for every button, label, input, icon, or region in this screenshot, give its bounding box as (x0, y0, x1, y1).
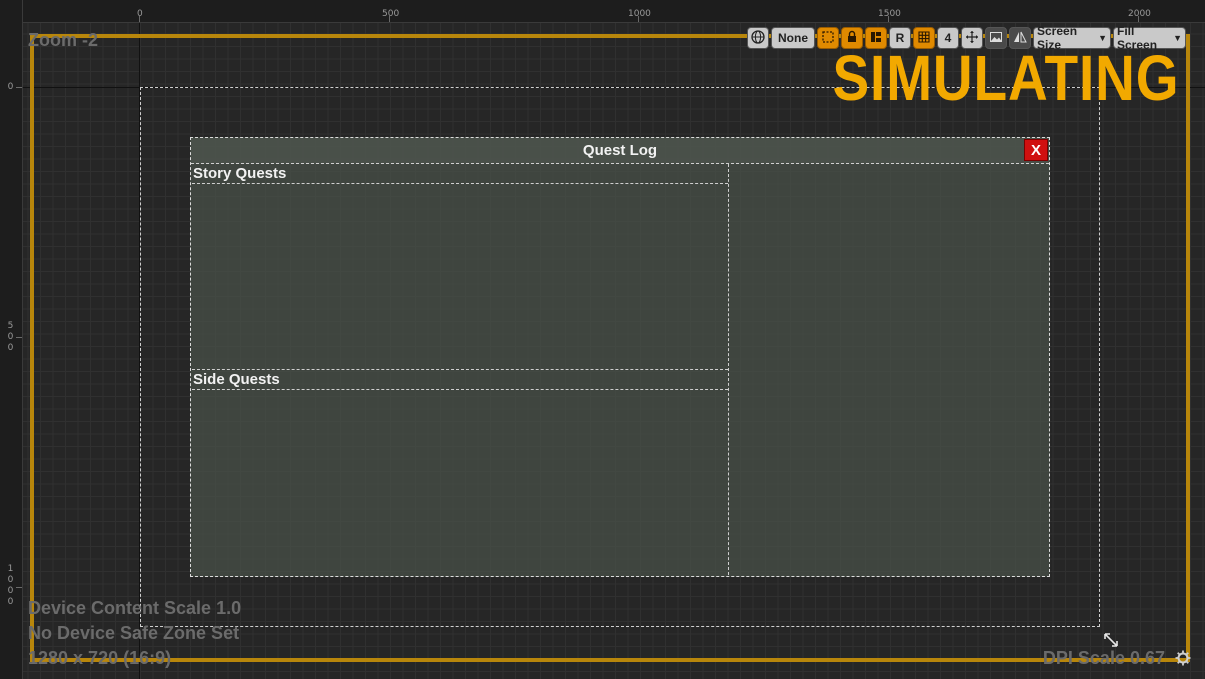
chevron-down-icon: ▼ (1173, 33, 1182, 43)
ruler-label: 1000 (628, 9, 651, 19)
flip-icon (1013, 30, 1027, 47)
screen-size-label: Screen Size (1037, 24, 1078, 52)
show-outlines-button[interactable] (817, 27, 839, 49)
umg-designer-viewport[interactable]: 0 500 1000 1500 2000 0 5 0 0 1 0 0 0 Zoo… (0, 0, 1205, 679)
screen-size-dropdown[interactable]: Screen Size ▼ (1033, 24, 1111, 52)
ruler-label: 0 (7, 597, 14, 607)
ruler-label: 1 (7, 564, 14, 574)
ruler-tick (16, 87, 22, 88)
dashed-square-icon (821, 30, 835, 47)
grid-snap-toggle[interactable] (913, 27, 935, 49)
render-transform-button[interactable]: R (889, 27, 911, 49)
story-quests-section: Story Quests (192, 164, 728, 370)
grid-snap-value-dropdown[interactable]: 4 (937, 27, 959, 49)
story-quests-header: Story Quests (192, 164, 728, 184)
story-quests-label: Story Quests (193, 165, 287, 182)
quest-log-widget[interactable]: Quest Log X Story Quests Side Quests (190, 137, 1050, 577)
layout-transform-button[interactable] (865, 27, 887, 49)
ruler-label: 1500 (878, 9, 901, 19)
pan-view-button[interactable] (961, 27, 983, 49)
lock-icon (845, 30, 859, 47)
ruler-label: 0 (7, 575, 14, 585)
ruler-label: 0 (7, 586, 14, 596)
flip-direction-button[interactable] (1009, 27, 1031, 49)
grid-icon (917, 30, 931, 47)
resize-handle-icon[interactable] (1102, 631, 1120, 653)
ruler-label: 0 (137, 9, 143, 19)
ruler-label: 0 (7, 82, 14, 92)
localization-preview-button[interactable] (747, 27, 769, 49)
side-quests-section: Side Quests (192, 370, 728, 575)
render-transform-label: R (895, 31, 905, 45)
zoom-label: Zoom -2 (28, 30, 98, 50)
designer-toolbar: None R 4 Screen Size ▼ Fill Screen ▼ (747, 24, 1186, 52)
ruler-tick (16, 587, 22, 588)
fill-screen-label: Fill Screen (1117, 24, 1158, 52)
quest-log-title: Quest Log (582, 142, 658, 159)
side-quests-list[interactable] (192, 390, 728, 575)
gear-icon[interactable] (1175, 650, 1191, 670)
story-quests-list[interactable] (192, 184, 728, 370)
device-content-scale-label: Device Content Scale 1.0 (28, 598, 242, 618)
ruler-label: 2000 (1128, 9, 1151, 19)
localization-value: None (778, 31, 808, 45)
quest-details-panel[interactable] (728, 164, 1050, 575)
localization-dropdown[interactable]: None (771, 27, 815, 49)
grid-snap-value: 4 (944, 31, 952, 45)
move-arrows-icon (965, 30, 979, 47)
ruler-label: 0 (7, 332, 14, 342)
ruler-label: 500 (382, 9, 400, 19)
safe-zone-label: No Device Safe Zone Set (28, 623, 240, 643)
quest-log-title-bar[interactable]: Quest Log X (191, 138, 1049, 164)
resolution-label: 1280 x 720 (16:9) (28, 648, 172, 668)
horizontal-ruler[interactable]: 0 500 1000 1500 2000 (0, 0, 1205, 23)
quest-list-column: Story Quests Side Quests (192, 164, 728, 575)
fill-screen-dropdown[interactable]: Fill Screen ▼ (1113, 24, 1186, 52)
side-quests-header: Side Quests (192, 370, 728, 390)
layout-icon (869, 30, 883, 47)
background-image-button[interactable] (985, 27, 1007, 49)
close-button[interactable]: X (1024, 139, 1048, 161)
ruler-tick (16, 337, 22, 338)
vertical-ruler[interactable]: 0 5 0 0 1 0 0 0 (0, 0, 23, 679)
simulating-label: SIMULATING (832, 42, 1179, 114)
respect-locks-toggle[interactable] (841, 27, 863, 49)
globe-icon (751, 29, 765, 47)
ruler-label: 0 (7, 343, 14, 353)
ruler-label: 5 (7, 321, 14, 331)
image-icon (989, 30, 1003, 47)
side-quests-label: Side Quests (193, 371, 280, 388)
chevron-down-icon: ▼ (1098, 33, 1107, 43)
